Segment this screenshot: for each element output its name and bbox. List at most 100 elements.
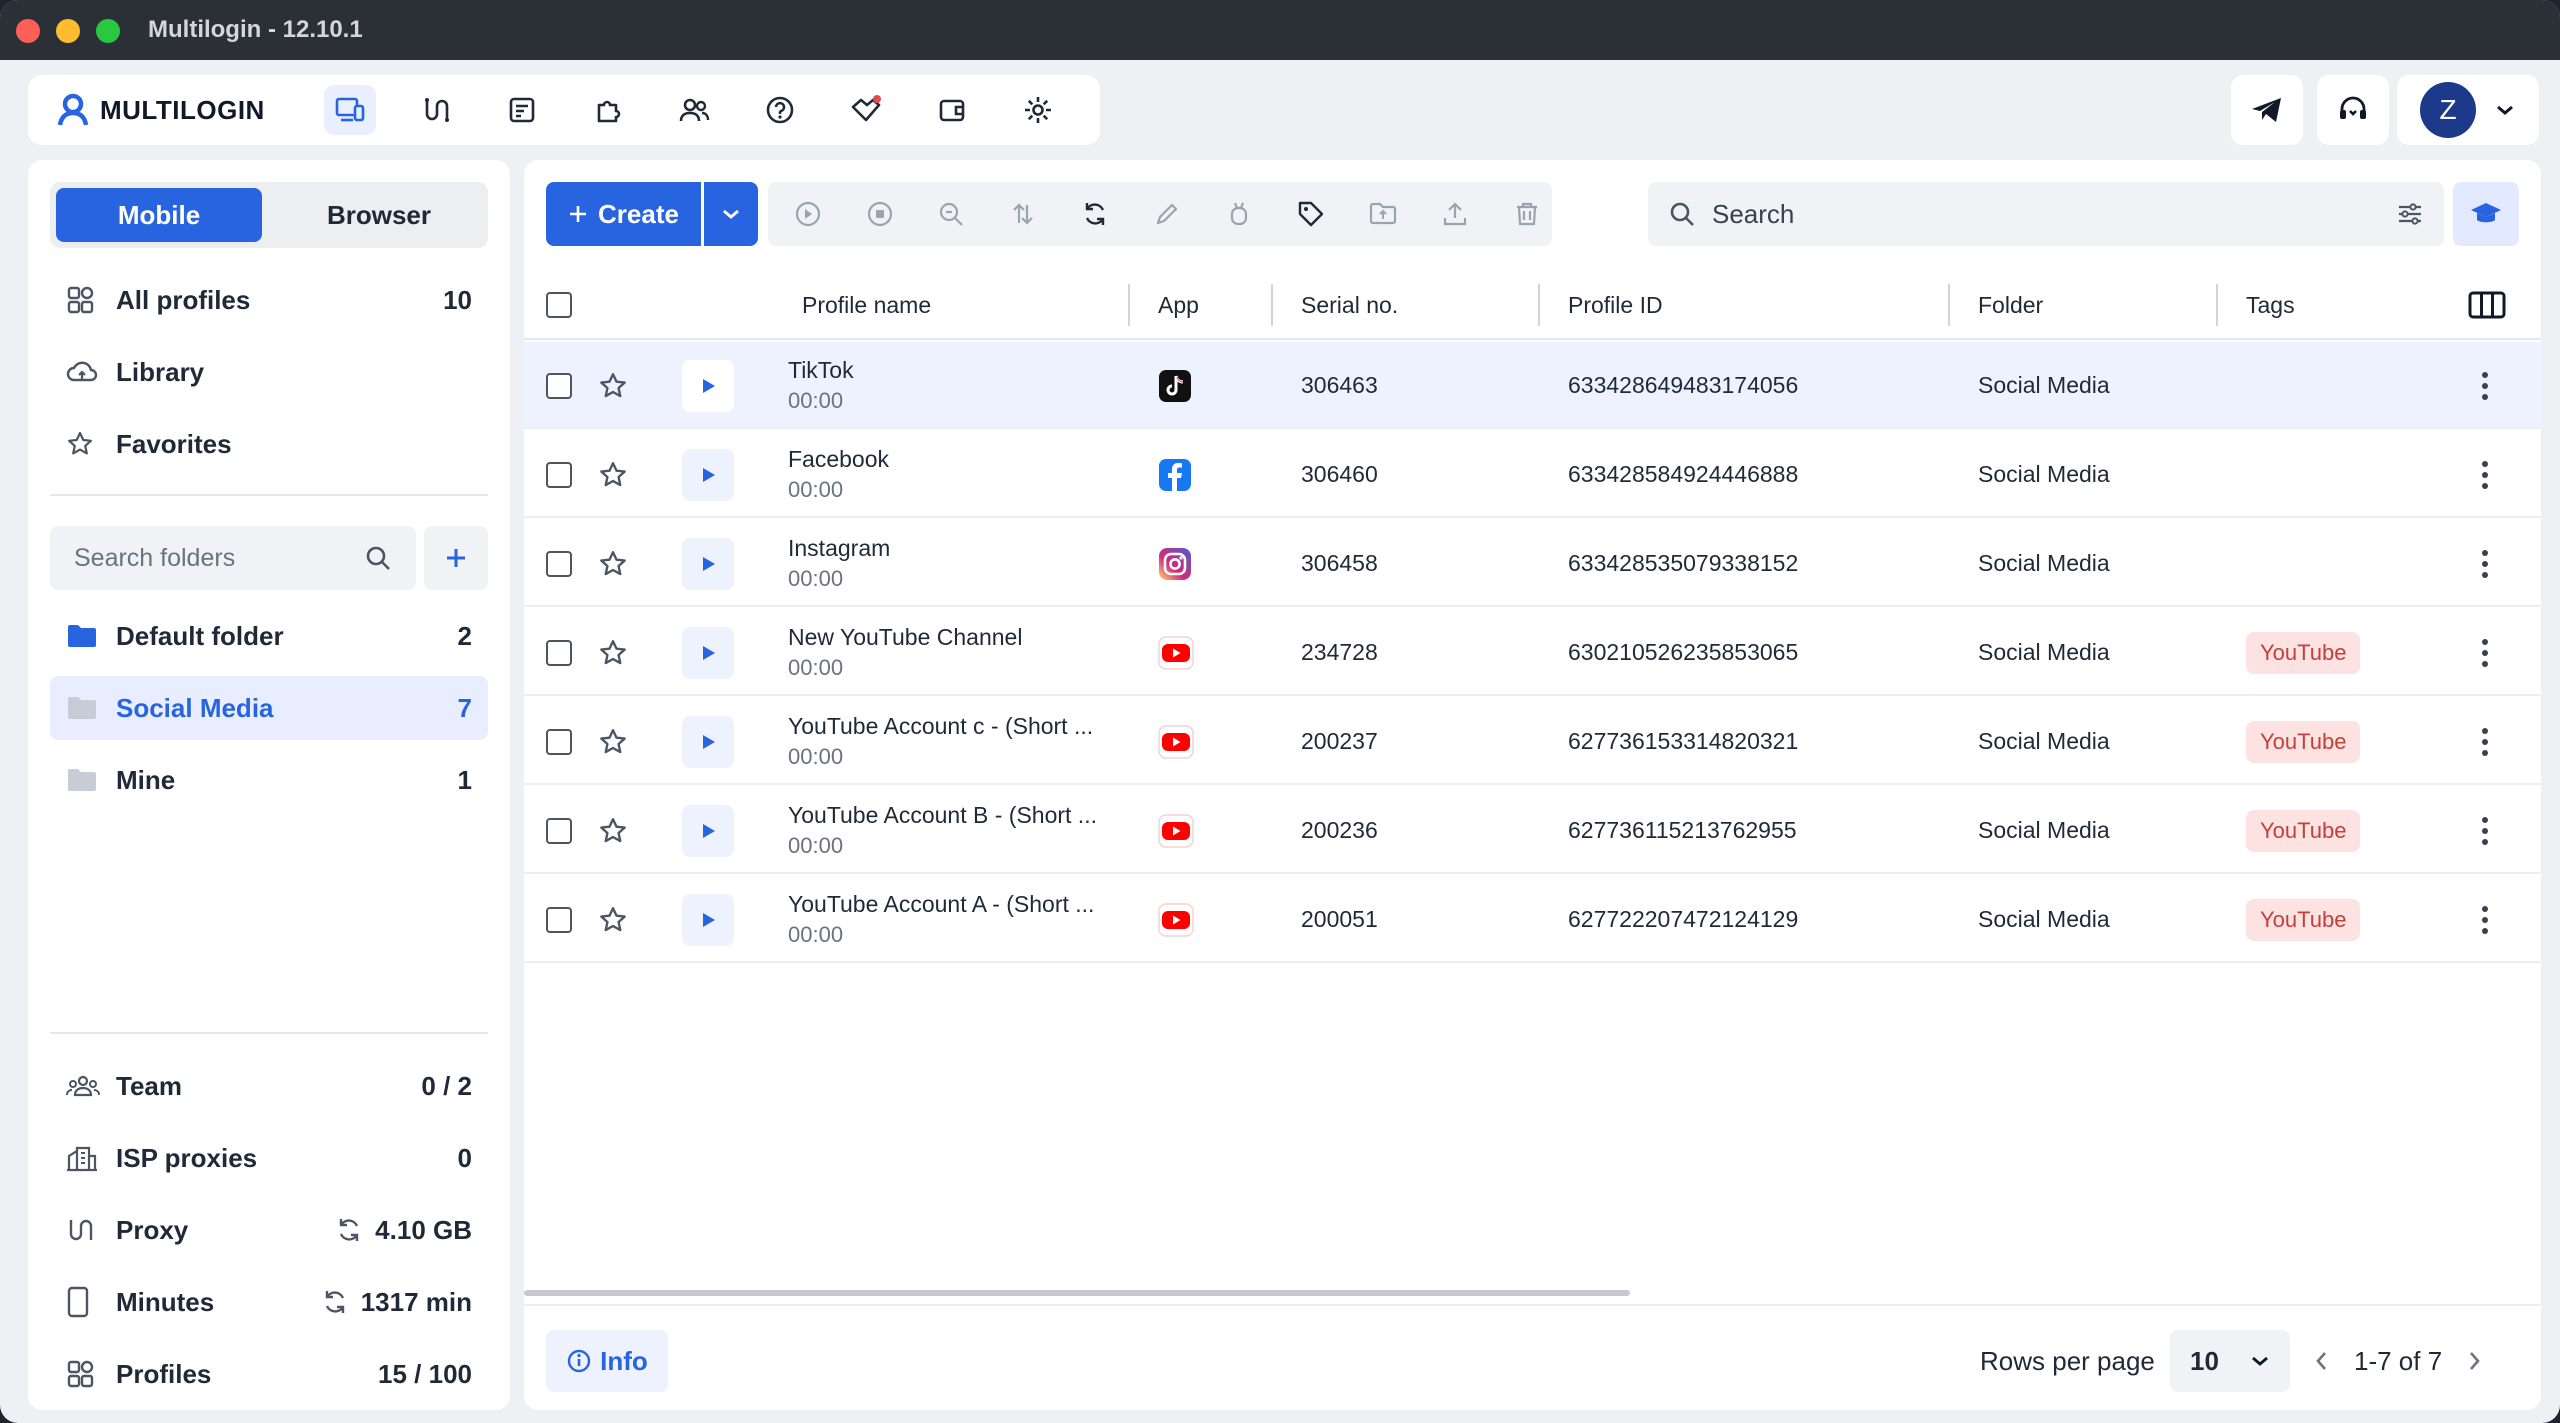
create-dropdown-button[interactable] <box>704 182 758 246</box>
profile-name-cell[interactable]: Instagram 00:00 <box>788 520 890 607</box>
nav-wallet-button[interactable] <box>926 85 978 135</box>
column-profile-name[interactable]: Profile name <box>802 270 931 340</box>
row-checkbox[interactable] <box>546 461 572 488</box>
filter-sliders-icon[interactable] <box>2396 200 2424 228</box>
play-button[interactable] <box>682 804 734 857</box>
table-row[interactable]: Instagram 00:00 306458 633428535079338152 So… <box>524 520 2541 607</box>
play-button[interactable] <box>682 715 734 768</box>
favorite-toggle[interactable] <box>598 876 628 963</box>
column-separator[interactable] <box>1271 284 1273 326</box>
row-checkbox[interactable] <box>546 372 572 399</box>
delete-button[interactable] <box>1503 190 1551 238</box>
folder-item-social-media[interactable]: Social Media 7 <box>50 676 488 740</box>
nav-automation-button[interactable] <box>496 85 548 135</box>
sidebar-item-all-profiles[interactable]: All profiles 10 <box>50 268 488 332</box>
refresh-icon[interactable] <box>335 1216 363 1244</box>
start-button[interactable] <box>784 190 832 238</box>
move-to-folder-button[interactable] <box>1359 190 1407 238</box>
column-app[interactable]: App <box>1158 270 1199 340</box>
column-tags[interactable]: Tags <box>2246 270 2295 340</box>
favorite-toggle[interactable] <box>598 431 628 518</box>
rows-per-page-select[interactable]: 10 <box>2170 1330 2290 1392</box>
support-button[interactable] <box>2317 75 2389 145</box>
sync-button[interactable] <box>1071 190 1119 238</box>
stop-button[interactable] <box>856 190 904 238</box>
zoom-window-button[interactable] <box>96 19 120 43</box>
profile-search-input[interactable]: Search <box>1648 182 2444 246</box>
column-serial[interactable]: Serial no. <box>1301 270 1398 340</box>
table-row[interactable]: YouTube Account c - (Short ... 00:00 20023… <box>524 698 2541 785</box>
tag-badge[interactable]: YouTube <box>2246 720 2361 763</box>
info-button[interactable]: Info <box>546 1330 668 1392</box>
sidebar-item-favorites[interactable]: Favorites <box>50 412 488 476</box>
minimize-window-button[interactable] <box>56 19 80 43</box>
launch-profile-button[interactable] <box>682 876 734 963</box>
stat-isp-proxies[interactable]: ISP proxies 0 <box>50 1126 488 1190</box>
play-button[interactable] <box>682 448 734 501</box>
folder-item-default[interactable]: Default folder 2 <box>50 604 488 668</box>
profile-name-cell[interactable]: TikTok 00:00 <box>788 342 854 429</box>
folder-item-mine[interactable]: Mine 1 <box>50 748 488 812</box>
play-button[interactable] <box>682 359 734 412</box>
edit-button[interactable] <box>1143 190 1191 238</box>
tab-browser[interactable]: Browser <box>276 188 482 242</box>
launch-profile-button[interactable] <box>682 431 734 518</box>
transfer-button[interactable] <box>999 190 1047 238</box>
launch-profile-button[interactable] <box>682 609 734 696</box>
launch-profile-button[interactable] <box>682 787 734 874</box>
profile-name-cell[interactable]: Facebook 00:00 <box>788 431 889 518</box>
nav-settings-button[interactable] <box>1012 85 1064 135</box>
row-menu-button[interactable] <box>2482 787 2488 874</box>
checkbox[interactable] <box>546 292 572 318</box>
tag-badge[interactable]: YouTube <box>2246 809 2361 852</box>
tab-mobile[interactable]: Mobile <box>56 188 262 242</box>
favorite-toggle[interactable] <box>598 342 628 429</box>
stat-proxy[interactable]: Proxy 4.10 GB <box>50 1198 488 1262</box>
profile-name-cell[interactable]: YouTube Account B - (Short ... 00:00 <box>788 787 1097 874</box>
row-menu-button[interactable] <box>2482 342 2488 429</box>
telegram-button[interactable] <box>2231 75 2303 145</box>
table-row[interactable]: YouTube Account B - (Short ... 00:00 20023… <box>524 787 2541 874</box>
launch-profile-button[interactable] <box>682 342 734 429</box>
export-button[interactable] <box>1431 190 1479 238</box>
column-separator[interactable] <box>2216 284 2218 326</box>
favorite-toggle[interactable] <box>598 609 628 696</box>
column-separator[interactable] <box>1128 284 1130 326</box>
row-checkbox[interactable] <box>546 639 572 666</box>
play-button[interactable] <box>682 626 734 679</box>
nav-help-button[interactable] <box>754 85 806 135</box>
row-checkbox[interactable] <box>546 906 572 933</box>
profile-name-cell[interactable]: YouTube Account c - (Short ... 00:00 <box>788 698 1093 785</box>
table-row[interactable]: YouTube Account A - (Short ... 00:00 20005… <box>524 876 2541 963</box>
inspect-button[interactable] <box>927 190 975 238</box>
chevron-left-icon[interactable] <box>2314 1349 2330 1373</box>
row-menu-button[interactable] <box>2482 698 2488 785</box>
column-separator[interactable] <box>1948 284 1950 326</box>
folder-search-input[interactable]: Search folders <box>50 526 416 590</box>
brand-logo[interactable]: MULTILOGIN <box>56 93 265 127</box>
play-button[interactable] <box>682 893 734 946</box>
column-settings-button[interactable] <box>2468 270 2506 340</box>
sidebar-item-library[interactable]: Library <box>50 340 488 404</box>
table-row[interactable]: New YouTube Channel 00:00 234728 6302105262… <box>524 609 2541 696</box>
launch-profile-button[interactable] <box>682 520 734 607</box>
cookie-robot-button[interactable] <box>1215 190 1263 238</box>
column-profile-id[interactable]: Profile ID <box>1568 270 1663 340</box>
row-menu-button[interactable] <box>2482 520 2488 607</box>
row-menu-button[interactable] <box>2482 609 2488 696</box>
nav-referral-button[interactable] <box>840 85 892 135</box>
nav-profiles-button[interactable] <box>324 85 376 135</box>
row-menu-button[interactable] <box>2482 431 2488 518</box>
create-button[interactable]: Create <box>546 182 701 246</box>
launch-profile-button[interactable] <box>682 698 734 785</box>
add-folder-button[interactable] <box>424 526 488 590</box>
user-menu-button[interactable]: Z <box>2397 75 2539 145</box>
column-separator[interactable] <box>1538 284 1540 326</box>
nav-team-button[interactable] <box>668 85 720 135</box>
stat-minutes[interactable]: Minutes 1317 min <box>50 1270 488 1334</box>
nav-extensions-button[interactable] <box>582 85 634 135</box>
chevron-right-icon[interactable] <box>2466 1349 2482 1373</box>
profile-name-cell[interactable]: New YouTube Channel 00:00 <box>788 609 1022 696</box>
column-folder[interactable]: Folder <box>1978 270 2043 340</box>
select-all-checkbox[interactable] <box>546 270 572 340</box>
